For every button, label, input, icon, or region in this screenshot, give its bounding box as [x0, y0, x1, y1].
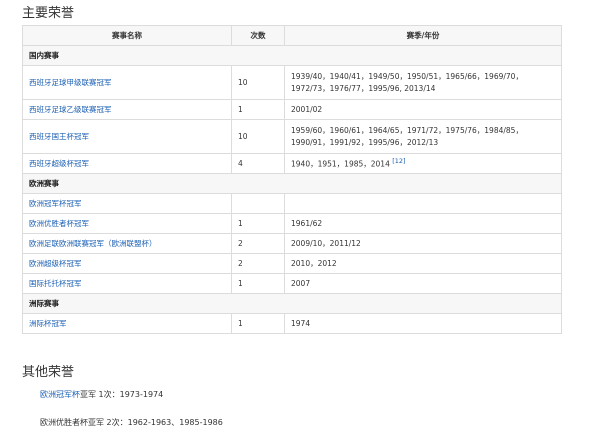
table-row: 西班牙足球乙级联赛冠军 1 2001/02 [22, 99, 562, 120]
seasons-line: 1959/60，1960/61，1964/65，1971/72，1975/76，… [291, 125, 523, 135]
seasons-text: 1940，1951，1985，2014 [291, 159, 390, 169]
count-cell: 10 [231, 119, 285, 154]
group-row-intercontinental: 洲际赛事 [22, 293, 562, 314]
other-honor-link-european-cup[interactable]: 欧洲冠军杯 [40, 390, 80, 399]
seasons-cell: 1974 [284, 313, 562, 334]
count-cell: 2 [231, 253, 285, 274]
group-row-europe: 欧洲赛事 [22, 173, 562, 194]
competition-link-european-cup[interactable]: 欧洲冠军杯冠军 [22, 193, 232, 214]
competition-link-la-liga[interactable]: 西班牙足球甲级联赛冠军 [22, 65, 232, 100]
seasons-cell: 1940，1951，1985，2014 [12] [284, 153, 562, 174]
column-header-seasons: 赛季/年份 [284, 25, 562, 46]
table-row: 欧洲超级杯冠军 2 2010，2012 [22, 253, 562, 274]
group-label-domestic: 国内赛事 [22, 45, 562, 66]
group-row-domestic: 国内赛事 [22, 45, 562, 66]
competition-cell-cup-winners-cup: 欧洲优胜者杯冠军 [22, 213, 232, 234]
reference-link[interactable]: [12] [392, 157, 405, 165]
seasons-cell: 2009/10，2011/12 [284, 233, 562, 254]
competition-link-intertoto[interactable]: 国际托托杯冠军 [22, 273, 232, 294]
column-header-competition: 赛事名称 [22, 25, 232, 46]
table-header-row: 赛事名称 次数 赛季/年份 [22, 25, 562, 46]
seasons-cell [284, 193, 562, 214]
count-cell [231, 193, 285, 214]
seasons-cell: 2001/02 [284, 99, 562, 120]
seasons-cell: 1939/40，1940/41，1949/50，1950/51，1965/66，… [284, 65, 562, 100]
honors-table: 赛事名称 次数 赛季/年份 国内赛事 西班牙足球甲级联赛冠军 10 1939/4… [22, 25, 562, 334]
count-cell: 10 [231, 65, 285, 100]
seasons-cell: 1961/62 [284, 213, 562, 234]
count-cell: 1 [231, 213, 285, 234]
section-title-main-honors: 主要荣誉 [22, 6, 75, 21]
count-cell: 1 [231, 273, 285, 294]
table-row: 洲际杯冠军 1 1974 [22, 313, 562, 334]
seasons-line: 1990/91，1991/92，1995/96，2012/13 [291, 137, 439, 147]
seasons-line: 1939/40，1940/41，1949/50，1950/51，1965/66，… [291, 71, 523, 81]
count-cell: 4 [231, 153, 285, 174]
other-honor-item: 欧洲冠军杯亚军 1次：1973-1974 [40, 389, 163, 400]
competition-link-intercontinental-cup[interactable]: 洲际杯冠军 [22, 313, 232, 334]
count-cell: 1 [231, 313, 285, 334]
competition-link-segunda[interactable]: 西班牙足球乙级联赛冠军 [22, 99, 232, 120]
section-title-other-honors: 其他荣誉 [22, 365, 75, 380]
column-header-count: 次数 [231, 25, 285, 46]
table-row: 欧洲足联欧洲联赛冠军（欧洲联盟杯） 2 2009/10，2011/12 [22, 233, 562, 254]
group-label-intercontinental: 洲际赛事 [22, 293, 562, 314]
group-label-europe: 欧洲赛事 [22, 173, 562, 194]
table-row: 欧洲优胜者杯冠军 1 1961/62 [22, 213, 562, 234]
competition-link-supercopa[interactable]: 西班牙超级杯冠军 [22, 153, 232, 174]
table-row: 国际托托杯冠军 1 2007 [22, 273, 562, 294]
seasons-cell: 2007 [284, 273, 562, 294]
table-row: 西班牙足球甲级联赛冠军 10 1939/40，1940/41，1949/50，1… [22, 65, 562, 100]
seasons-line: 1972/73，1976/77，1995/96, 2013/14 [291, 83, 436, 93]
competition-link-copa-del-rey[interactable]: 西班牙国王杯冠军 [22, 119, 232, 154]
competition-link-cup-winners-cup[interactable]: 欧洲优胜者杯冠军 [29, 219, 89, 228]
table-row: 欧洲冠军杯冠军 [22, 193, 562, 214]
count-cell: 2 [231, 233, 285, 254]
table-row: 西班牙超级杯冠军 4 1940，1951，1985，2014 [12] [22, 153, 562, 174]
seasons-cell: 1959/60，1960/61，1964/65，1971/72，1975/76，… [284, 119, 562, 154]
other-honor-item: 欧洲优胜者杯亚军 2次：1962-1963、1985-1986 [40, 418, 223, 427]
table-row: 西班牙国王杯冠军 10 1959/60，1960/61，1964/65，1971… [22, 119, 562, 154]
count-cell: 1 [231, 99, 285, 120]
competition-link-europa-league[interactable]: 欧洲足联欧洲联赛冠军（欧洲联盟杯） [22, 233, 232, 254]
seasons-cell: 2010，2012 [284, 253, 562, 274]
other-honor-text: 亚军 1次：1973-1974 [80, 390, 164, 399]
competition-link-super-cup[interactable]: 欧洲超级杯冠军 [22, 253, 232, 274]
